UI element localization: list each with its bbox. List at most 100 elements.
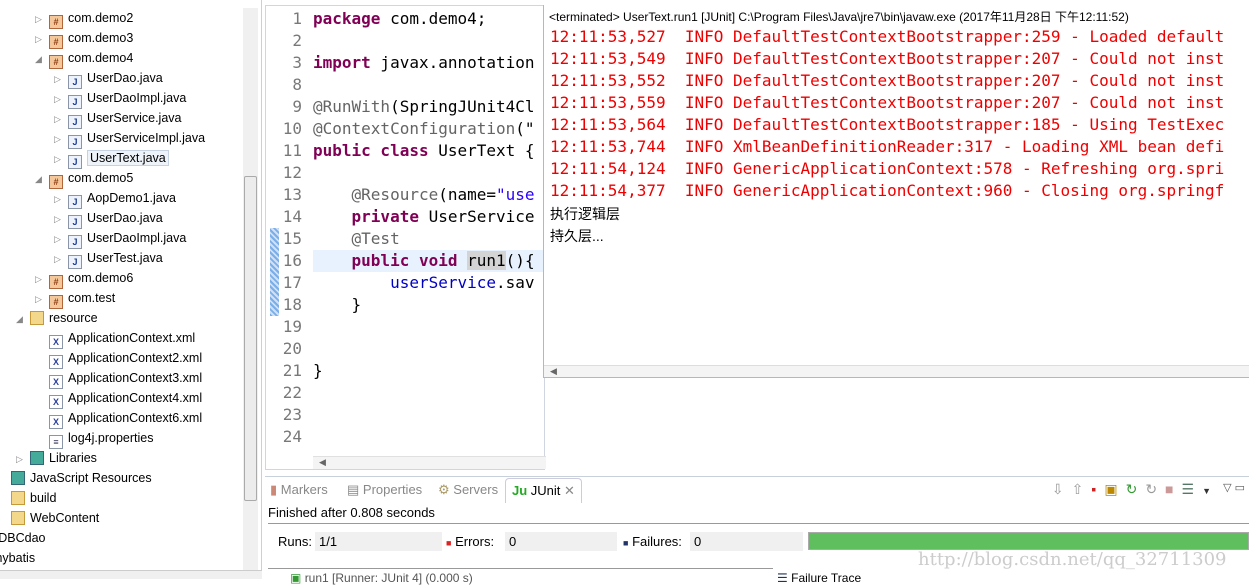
- code-line[interactable]: }: [313, 361, 323, 380]
- collapsed-arrow-icon[interactable]: ▷: [35, 289, 49, 309]
- tree-item[interactable]: ◢ # com.demo4: [35, 48, 133, 69]
- collapsed-arrow-icon[interactable]: ▷: [54, 149, 68, 169]
- collapsed-arrow-icon[interactable]: ▷: [54, 69, 68, 89]
- log-line: 12:11:54,377 INFO GenericApplicationCont…: [550, 181, 1225, 200]
- tree-item[interactable]: mybatis: [0, 548, 35, 568]
- tree-item-label: log4j.properties: [68, 431, 154, 445]
- tree-item[interactable]: ▷ Libraries: [16, 448, 97, 468]
- dropdown-icon[interactable]: ▼: [1202, 486, 1219, 496]
- scrollbar-thumb[interactable]: [244, 176, 257, 501]
- line-number: 1: [292, 9, 302, 28]
- tree-item-label: com.test: [68, 291, 116, 305]
- close-icon[interactable]: ✕: [564, 483, 575, 498]
- collapsed-arrow-icon[interactable]: ▷: [54, 189, 68, 209]
- tree-vertical-scrollbar[interactable]: [243, 8, 258, 570]
- expanded-arrow-icon[interactable]: ◢: [35, 169, 49, 189]
- tree-item[interactable]: build: [0, 488, 56, 508]
- tab-markers[interactable]: ▮ Markers: [270, 482, 328, 498]
- line-number: 16: [282, 251, 302, 270]
- collapsed-arrow-icon[interactable]: ▷: [54, 129, 68, 149]
- expanded-arrow-icon[interactable]: ◢: [35, 49, 49, 69]
- xml-file-icon: X: [49, 415, 63, 429]
- tab-properties[interactable]: ▤ Properties: [347, 482, 422, 498]
- tree-item[interactable]: ▷ J UserDaoImpl.java: [54, 228, 186, 249]
- code-line[interactable]: @ContextConfiguration(": [313, 119, 535, 138]
- tree-item[interactable]: JavaScript Resources: [0, 468, 152, 488]
- tree-item[interactable]: ▷ J UserDao.java: [54, 68, 163, 89]
- code-line[interactable]: public void run1(){: [313, 251, 535, 270]
- log-line: 12:11:53,549 INFO DefaultTestContextBoot…: [550, 49, 1225, 68]
- tree-item[interactable]: X ApplicationContext.xml: [35, 328, 195, 349]
- collapsed-arrow-icon[interactable]: ▷: [35, 9, 49, 29]
- tree-item-label: UserText.java: [87, 150, 169, 166]
- tree-item[interactable]: ▷ # com.demo3: [35, 28, 133, 49]
- view-menu-icons[interactable]: ▽ ▭: [1223, 481, 1245, 494]
- line-number: 8: [292, 75, 302, 94]
- tree-item-label: UserService.java: [87, 111, 182, 125]
- code-line[interactable]: @RunWith(SpringJUnit4Cl: [313, 97, 535, 116]
- tree-item[interactable]: ▷ J UserService.java: [54, 108, 182, 129]
- tab-servers[interactable]: ⚙ Servers: [438, 482, 498, 498]
- code-line[interactable]: private UserService: [313, 207, 535, 226]
- junit-icon: Ju: [512, 483, 528, 498]
- tree-horizontal-scrollbar[interactable]: [0, 570, 262, 579]
- scroll-lock-icon[interactable]: ▣: [1104, 481, 1125, 497]
- tree-item[interactable]: WebContent: [0, 508, 99, 528]
- expanded-arrow-icon[interactable]: ◢: [16, 309, 30, 329]
- tree-item[interactable]: ▷ J AopDemo1.java: [54, 188, 176, 209]
- tree-item[interactable]: ▷ J UserTest.java: [54, 248, 163, 269]
- line-number: 23: [282, 405, 302, 424]
- line-number: 14: [282, 207, 302, 226]
- tree-item[interactable]: X ApplicationContext6.xml: [35, 408, 203, 429]
- collapsed-arrow-icon[interactable]: ▷: [16, 449, 30, 469]
- java-file-icon: J: [68, 135, 82, 149]
- tree-item-label: ApplicationContext6.xml: [68, 411, 203, 425]
- code-line[interactable]: @Resource(name="use: [313, 185, 535, 204]
- code-line[interactable]: @Test: [313, 229, 400, 248]
- tree-item[interactable]: ▷ # com.demo6: [35, 268, 133, 289]
- tree-item[interactable]: ▷ # com.test: [35, 288, 116, 309]
- tree-item[interactable]: ▷ J UserDao.java: [54, 208, 163, 229]
- tab-label: Markers: [280, 482, 328, 497]
- tree-item-label: UserDao.java: [87, 71, 163, 85]
- tree-item[interactable]: ▷ # com.demo2: [35, 8, 133, 29]
- code-line[interactable]: userService.sav: [313, 273, 535, 292]
- history-icon[interactable]: ☰: [1182, 481, 1203, 497]
- collapsed-arrow-icon[interactable]: ▷: [54, 109, 68, 129]
- collapsed-arrow-icon[interactable]: ▷: [54, 249, 68, 269]
- show-failures-only-icon[interactable]: ▪: [1091, 481, 1104, 497]
- tree-item[interactable]: JDBCdao: [0, 528, 46, 548]
- tree-item[interactable]: ◢ resource: [16, 308, 98, 328]
- code-line[interactable]: import javax.annotation: [313, 53, 535, 72]
- collapsed-arrow-icon[interactable]: ▷: [35, 269, 49, 289]
- tree-item[interactable]: ▷ J UserServiceImpl.java: [54, 128, 205, 149]
- test-tree-item[interactable]: ▣ run1 [Runner: JUnit 4] (0.000 s): [290, 571, 473, 585]
- collapsed-arrow-icon[interactable]: ▷: [54, 209, 68, 229]
- code-editor[interactable]: 1 package com.demo4; 2 3 import javax.annota…: [265, 5, 546, 470]
- stop-icon[interactable]: ■: [1165, 481, 1181, 497]
- java-file-icon: J: [68, 255, 82, 269]
- code-line[interactable]: package com.demo4;: [313, 9, 486, 28]
- collapsed-arrow-icon[interactable]: ▷: [54, 229, 68, 249]
- next-failure-icon[interactable]: ⇩: [1052, 481, 1072, 497]
- properties-file-icon: ≡: [49, 435, 63, 449]
- java-file-icon: J: [68, 215, 82, 229]
- editor-horizontal-scrollbar[interactable]: ◀: [313, 456, 546, 469]
- tree-item[interactable]: X ApplicationContext3.xml: [35, 368, 202, 389]
- line-number: 20: [282, 339, 302, 358]
- tab-junit[interactable]: Ju JUnit ✕: [505, 478, 582, 503]
- tree-item[interactable]: ≡ log4j.properties: [35, 428, 154, 449]
- collapsed-arrow-icon[interactable]: ▷: [54, 89, 68, 109]
- code-line[interactable]: public class UserText {: [313, 141, 535, 160]
- collapsed-arrow-icon[interactable]: ▷: [35, 29, 49, 49]
- code-line[interactable]: }: [313, 295, 362, 314]
- console-horizontal-scrollbar[interactable]: ◀: [544, 365, 1249, 377]
- tree-item[interactable]: ▷ J UserDaoImpl.java: [54, 88, 186, 109]
- rerun-icon[interactable]: ↻: [1126, 481, 1146, 497]
- rerun-failed-icon[interactable]: ↻: [1145, 481, 1165, 497]
- tree-item[interactable]: ◢ # com.demo5: [35, 168, 133, 189]
- tree-item[interactable]: X ApplicationContext4.xml: [35, 388, 202, 409]
- previous-failure-icon[interactable]: ⇧: [1072, 481, 1092, 497]
- tree-item[interactable]: X ApplicationContext2.xml: [35, 348, 202, 369]
- tree-item[interactable]: ▷ J UserText.java: [54, 148, 169, 169]
